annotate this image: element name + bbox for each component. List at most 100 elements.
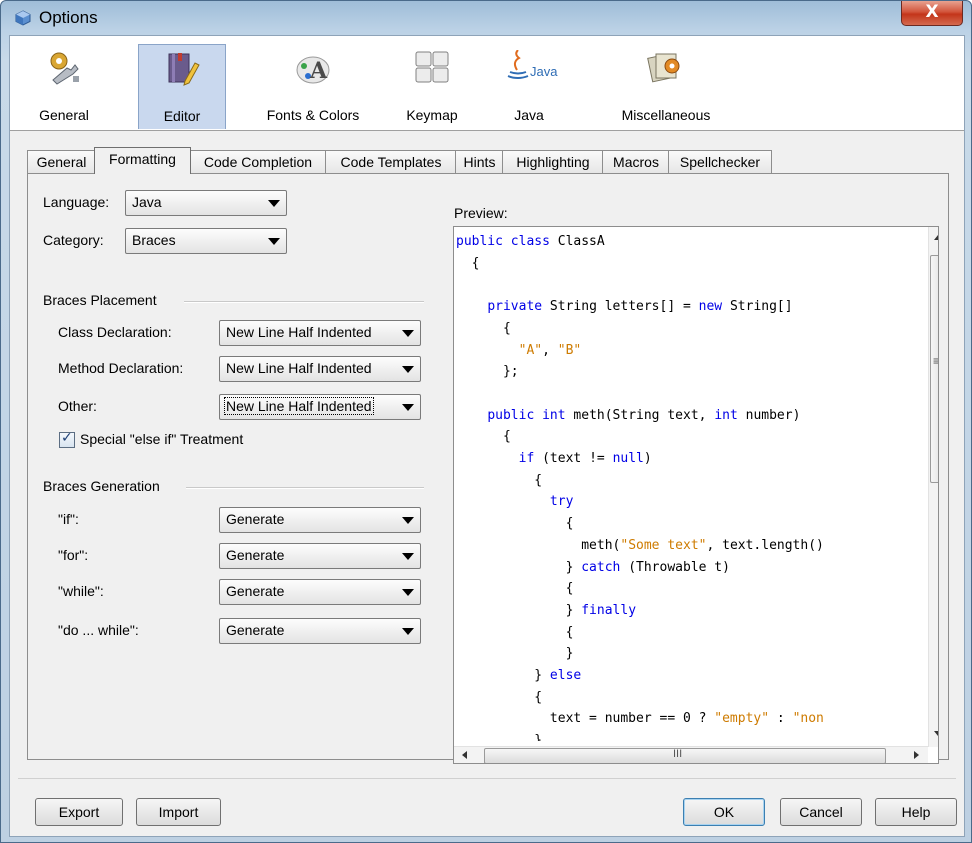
category-label: Miscellaneous [621,107,711,123]
code-line: }; [456,361,519,382]
code-token: { [456,516,574,532]
chevron-down-icon [402,330,414,337]
code-line: } [456,643,574,664]
tab-code-templates[interactable]: Code Templates [325,150,457,173]
category-java[interactable]: Java Java [488,46,570,130]
help-button[interactable]: Help [875,798,957,826]
category-general[interactable]: General [22,46,106,130]
code-token: String letters[] = [542,299,699,315]
tab-macros[interactable]: Macros [602,150,670,173]
title-bar[interactable]: Options X [1,1,971,35]
method-declaration-label: Method Declaration: [58,360,184,376]
if-value: Generate [226,511,285,527]
while-value: Generate [226,583,285,599]
code-line: } catch (Throwable t) [456,557,730,578]
code-token: { [456,581,574,597]
horizontal-scroll-thumb[interactable]: III [484,748,886,763]
code-line: try [456,491,573,512]
code-line: meth("Some text", text.length() [456,535,824,556]
scroll-down-icon[interactable] [934,731,938,736]
code-token: number) [737,407,801,423]
method-declaration-select[interactable]: New Line Half Indented [219,356,421,382]
code-token: new [698,299,723,315]
window-title: Options [39,8,98,27]
do-while-select[interactable]: Generate [219,618,421,644]
horizontal-scrollbar[interactable]: III [454,746,928,763]
code-line: "A", "B" [456,340,582,361]
class-declaration-label: Class Declaration: [58,324,172,340]
language-select[interactable]: Java [125,190,287,216]
other-select[interactable]: New Line Half Indented [219,394,421,420]
for-label: "for": [58,547,89,563]
class-declaration-select[interactable]: New Line Half Indented [219,320,421,346]
code-line: if (text != null) [456,448,652,469]
font-palette-icon: A [296,56,330,84]
category-toolbar: General Editor A Fonts & Colors Keymap J… [10,36,964,131]
tab-hints[interactable]: Hints [455,150,504,173]
code-line: } else [456,665,581,686]
tab-highlighting[interactable]: Highlighting [502,150,604,173]
code-token: "B" [557,342,582,358]
code-token: public class [456,234,550,249]
code-token: } [456,646,574,662]
code-token: (text != [534,451,613,466]
vertical-scrollbar[interactable]: ≡ [928,227,938,747]
chevron-down-icon [268,238,280,245]
scroll-left-icon[interactable] [462,751,467,759]
netbeans-cube-icon [15,10,31,26]
tab-code-completion[interactable]: Code Completion [189,150,327,173]
code-token: } [456,733,543,741]
tab-general[interactable]: General [27,150,96,173]
category-label: Keymap [406,107,458,123]
code-token: meth( [456,537,621,553]
code-token: public int [487,407,566,423]
category-keymap[interactable]: Keymap [390,46,474,130]
category-fonts-colors[interactable]: A Fonts & Colors [254,46,372,130]
for-select[interactable]: Generate [219,543,421,569]
close-icon: X [925,2,939,22]
tab-spellchecker[interactable]: Spellchecker [668,150,772,173]
special-else-if-checkbox[interactable]: ✓ [59,430,75,448]
tab-formatting[interactable]: Formatting [94,147,191,174]
cancel-button[interactable]: Cancel [780,798,862,826]
footer-divider [18,778,956,779]
svg-text:Java: Java [530,64,558,79]
grip-icon: III [673,748,683,760]
export-button[interactable]: Export [35,798,123,826]
category-editor[interactable]: Editor [138,44,226,129]
code-token: catch [581,559,621,575]
code-token: "non [792,711,824,727]
close-button[interactable]: X [901,1,963,26]
options-window: Options X General Editor A Fonts & Color… [0,0,972,843]
code-line: { [456,578,574,599]
chevron-down-icon [402,366,414,373]
preview-pane[interactable]: public class ClassA { private String let… [453,226,939,764]
code-token: ) [643,451,652,466]
if-select[interactable]: Generate [219,507,421,533]
category-label: Editor [163,108,201,124]
code-line: { [456,622,574,643]
while-label: "while": [58,583,104,599]
while-select[interactable]: Generate [219,579,421,605]
category-miscellaneous[interactable]: Miscellaneous [606,46,726,130]
code-line: } [456,730,542,741]
code-token: String[] [722,299,793,315]
code-token: { [456,255,480,271]
scroll-up-icon[interactable] [934,235,938,240]
gear-wrench-icon [50,52,79,85]
book-pencil-icon [168,53,200,86]
code-token: { [456,472,543,488]
language-label: Language: [43,194,110,210]
ok-button[interactable]: OK [683,798,765,826]
code-token: , [542,342,558,358]
import-button[interactable]: Import [136,798,221,826]
category-select[interactable]: Braces [125,228,287,254]
code-line: public int meth(String text, int number) [456,405,800,426]
chevron-down-icon [402,404,414,411]
vertical-scroll-thumb[interactable]: ≡ [930,255,938,483]
preview-label: Preview: [454,205,508,221]
scroll-right-icon[interactable] [914,751,919,759]
category-label: Java [514,107,544,123]
